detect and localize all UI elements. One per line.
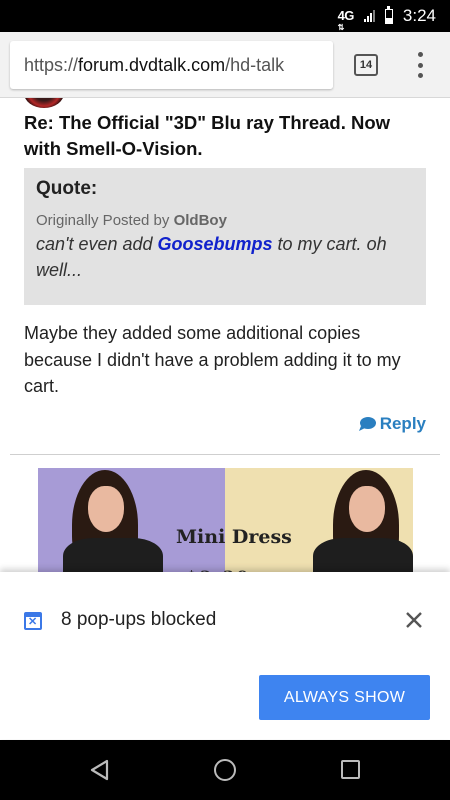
tab-switcher-button[interactable]: 14 (354, 54, 378, 76)
post-divider (10, 454, 440, 455)
browser-toolbar: https://forum.dvdtalk.com/hd-talk 14 (0, 32, 450, 98)
signal-icon (363, 10, 375, 22)
ad-title: Mini Dress (176, 526, 292, 548)
popup-blocked-message: 8 pop-ups blocked (61, 609, 217, 630)
home-icon[interactable] (214, 759, 236, 781)
url-scheme: https:// (24, 55, 79, 75)
quote-block: Quote: Originally Posted by OldBoy can't… (24, 168, 426, 305)
post-title: Re: The Official "3D" Blu ray Thread. No… (24, 112, 391, 159)
system-nav-bar (0, 740, 450, 800)
posted-by-label: Originally Posted by (36, 212, 170, 229)
reply-label: Reply (379, 414, 426, 433)
popup-blocked-infobar: ✕ 8 pop-ups blocked ALWAYS SHOW (0, 572, 450, 739)
model-image-right (303, 468, 413, 576)
back-icon[interactable] (88, 758, 112, 782)
url-path: /hd-talk (225, 55, 285, 75)
ad-banner[interactable]: Mini Dress $2.39 (38, 468, 413, 576)
network-type-icon: 4G ⇅ (337, 8, 355, 32)
post-body: Maybe they added some additional copies … (24, 323, 401, 396)
quote-attribution: Originally Posted by OldBoy (36, 212, 414, 229)
quote-text: can't even add Goosebumps to my cart. oh… (36, 231, 414, 283)
battery-icon (384, 5, 393, 24)
popup-blocked-icon: ✕ (24, 612, 42, 630)
network-label: 4G (337, 8, 355, 23)
recents-icon[interactable] (341, 760, 360, 779)
reply-button[interactable]: Reply (358, 414, 426, 434)
model-image-left (58, 468, 168, 576)
always-show-button[interactable]: ALWAYS SHOW (259, 675, 430, 720)
url-bar[interactable]: https://forum.dvdtalk.com/hd-talk (10, 41, 333, 89)
goosebumps-link[interactable]: Goosebumps (158, 234, 273, 254)
close-icon[interactable] (402, 608, 426, 632)
speech-bubble-icon (358, 417, 376, 431)
status-clock: 3:24 (402, 6, 436, 25)
url-host: forum.dvdtalk.com (78, 55, 226, 75)
status-bar: 4G ⇅ 3:24 (0, 0, 450, 32)
quote-author: OldBoy (173, 212, 227, 229)
page-content: Re: The Official "3D" Blu ray Thread. No… (0, 98, 450, 576)
overflow-menu-icon[interactable] (412, 52, 428, 78)
avatar (24, 98, 64, 108)
quote-text-before: can't even add (36, 234, 158, 254)
quote-heading: Quote: (36, 178, 98, 199)
